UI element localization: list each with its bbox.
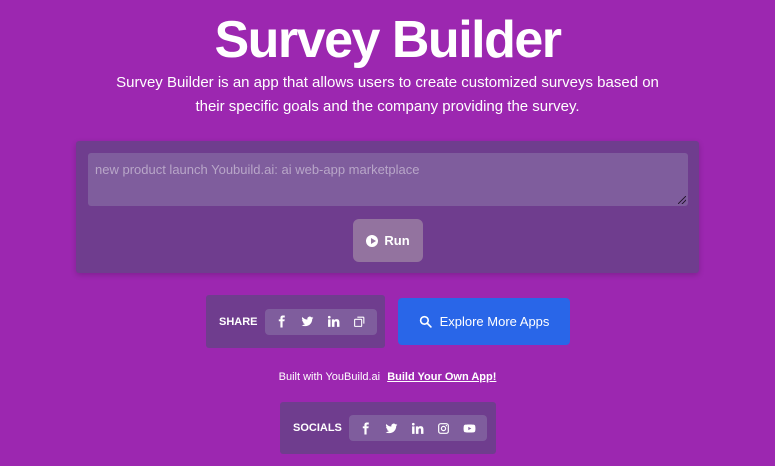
twitter-icon[interactable] [381,417,403,439]
play-icon [366,234,379,247]
linkedin-icon[interactable] [323,311,345,333]
copy-link-icon[interactable] [349,311,371,333]
app-description: Survey Builder is an app that allows use… [116,74,659,115]
prompt-text: new product launch Youbuild.ai: ai web-a… [95,162,420,177]
build-your-own-app-link[interactable]: Build Your Own App! [387,371,496,383]
prompt-panel: new product launch Youbuild.ai: ai web-a… [76,141,699,273]
facebook-icon[interactable] [355,417,377,439]
resize-handle-icon[interactable] [678,196,686,204]
twitter-icon[interactable] [297,311,319,333]
share-box: SHARE [206,295,385,348]
explore-label: Explore More Apps [439,314,550,329]
instagram-icon[interactable] [433,417,455,439]
facebook-icon[interactable] [271,311,293,333]
socials-label: SOCIALS [293,422,342,434]
search-icon [419,315,432,328]
page-title: Survey Builder [214,11,562,69]
share-icons [264,308,377,335]
explore-more-apps-button[interactable]: Explore More Apps [398,298,570,345]
socials-box: SOCIALS [280,402,496,454]
run-label: Run [384,233,410,248]
prompt-textarea[interactable]: new product launch Youbuild.ai: ai web-a… [88,153,688,206]
built-with-footer: Built with YouBuild.ai Build Your Own Ap… [0,371,775,383]
social-icons [348,415,487,441]
linkedin-icon[interactable] [407,417,429,439]
built-with-text: Built with YouBuild.ai [278,371,381,383]
run-button[interactable]: Run [353,219,423,262]
youtube-icon[interactable] [459,417,481,439]
share-label: SHARE [219,315,258,328]
